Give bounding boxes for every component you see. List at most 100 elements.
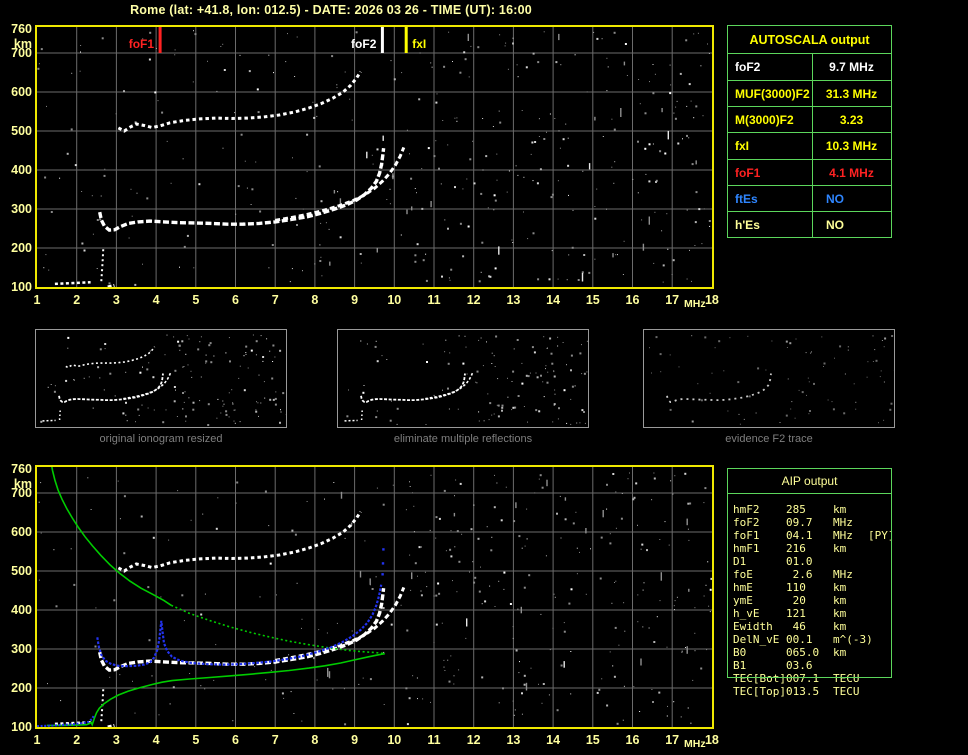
autoscala-row-label: ftEs xyxy=(735,191,758,206)
x-tick-top-7: 7 xyxy=(271,293,279,307)
x-tick-bottom-3: 3 xyxy=(112,733,120,747)
autoscala-row-value: 4.1 MHz xyxy=(829,165,874,180)
x-tick-top-13: 13 xyxy=(506,293,521,307)
autoscala-row-label: M(3000)F2 xyxy=(735,113,794,128)
autoscala-row-value: 9.7 MHz xyxy=(829,60,874,74)
x-tick-top-16: 16 xyxy=(625,293,640,307)
y-tick-bottom-500: 500 xyxy=(11,563,32,578)
o-mode-trace xyxy=(360,373,466,404)
bottom-profile-canvas xyxy=(37,467,712,727)
y-tick-bottom-300: 300 xyxy=(11,641,32,656)
marker-line-foF2 xyxy=(380,27,384,53)
autoscala-row-value: 31.3 MHz xyxy=(825,87,878,102)
marker-line-foF1 xyxy=(158,27,162,53)
autoscala-row-value: NO xyxy=(826,217,844,232)
y-tick-top-400: 400 xyxy=(11,162,32,177)
marker-line-fxI xyxy=(404,27,408,53)
e-region-blob xyxy=(107,723,115,727)
marker-label-foF1: foF1 xyxy=(128,37,155,51)
noise-layer xyxy=(40,334,286,426)
blue-asymptote-dot xyxy=(382,548,385,551)
y-tick-top-100: 100 xyxy=(11,279,32,294)
second-hop-trace xyxy=(117,70,362,133)
x-tick-bottom-4: 4 xyxy=(152,733,160,747)
blue-asymptote-dot xyxy=(381,562,385,565)
noise-layer xyxy=(649,335,894,425)
green-topside-dotted xyxy=(170,604,385,655)
x-tick-bottom-5: 5 xyxy=(192,733,200,747)
y-tick-top-500: 500 xyxy=(11,123,32,138)
aip-table-header: AIP output xyxy=(728,469,891,494)
y-tick-top-300: 300 xyxy=(11,201,32,216)
x-unit-top: MHz xyxy=(684,298,706,310)
x-tick-bottom-11: 11 xyxy=(427,733,441,747)
blue-restored-trace xyxy=(96,584,383,668)
autoscala-row-label: fxI xyxy=(735,139,750,154)
x-tick-top-3: 3 xyxy=(112,293,120,307)
x-tick-bottom-17: 17 xyxy=(665,733,680,747)
x-tick-top-4: 4 xyxy=(152,293,160,307)
autoscala-row-value: NO xyxy=(826,191,844,206)
autoscala-window: Rome (lat: +41.8, lon: 012.5) - DATE: 20… xyxy=(0,0,968,755)
y-tick-top-760: 760 xyxy=(11,22,32,37)
o-mode-trace xyxy=(666,373,772,404)
autoscala-row-label: MUF(3000)F2 xyxy=(735,87,810,102)
o-mode-trace xyxy=(98,588,386,672)
aip-row-value: 013.5 xyxy=(786,685,820,698)
x-tick-bottom-2: 2 xyxy=(73,733,81,747)
x-tick-bottom-14: 14 xyxy=(546,733,561,747)
x-tick-bottom-1: 1 xyxy=(33,733,41,747)
x-tick-bottom-6: 6 xyxy=(232,733,239,747)
o-mode-trace xyxy=(58,373,164,404)
marker-label-foF2: foF2 xyxy=(351,37,377,51)
y-tick-bottom-600: 600 xyxy=(11,524,32,539)
blue-asymptote-dot xyxy=(381,573,384,576)
y-tick-bottom-200: 200 xyxy=(11,680,32,695)
autoscala-row-value: 10.3 MHz xyxy=(825,139,878,154)
autoscala-row-hEs: h'Es NO xyxy=(728,210,891,237)
thumbnail-original-canvas xyxy=(40,334,286,426)
e-region-tail xyxy=(344,419,358,422)
caption-original-ionogram: original ionogram resized xyxy=(99,433,223,445)
x-tick-top-14: 14 xyxy=(546,293,561,307)
autoscala-row-fxI: fxI 10.3 MHz xyxy=(728,132,891,158)
autoscala-row-value: 3.23 xyxy=(839,113,864,128)
x-tick-top-15: 15 xyxy=(585,293,600,307)
gridlines xyxy=(37,27,712,287)
x-tick-bottom-8: 8 xyxy=(311,733,319,747)
x-tick-top-12: 12 xyxy=(466,293,481,307)
autoscala-row-ftEs: ftEs NO xyxy=(728,184,891,211)
e-region-column xyxy=(100,247,105,282)
x-tick-bottom-10: 10 xyxy=(387,733,402,747)
x-tick-bottom-16: 16 xyxy=(625,733,640,747)
y-tick-bottom-760: 760 xyxy=(11,462,32,477)
x-tick-top-10: 10 xyxy=(387,293,402,307)
x-tick-bottom-7: 7 xyxy=(271,733,279,747)
thumbnail-f2-canvas xyxy=(649,335,894,425)
e-region-tail xyxy=(54,281,91,286)
caption-evidence-f2: evidence F2 trace xyxy=(725,433,813,445)
x-tick-top-11: 11 xyxy=(427,293,441,307)
autoscala-row-label: foF1 xyxy=(735,165,761,180)
green-topside-solid xyxy=(51,467,172,606)
autoscala-row-M3000F2: M(3000)F2 3.23 xyxy=(728,106,891,132)
x-tick-bottom-9: 9 xyxy=(351,733,359,747)
e-region-tail xyxy=(42,419,56,422)
noise-layer xyxy=(346,335,588,425)
autoscala-row-foF1: foF1 4.1 MHz xyxy=(728,158,891,185)
autoscala-output-table: AUTOSCALA output foF2 9.7 MHz MUF(3000)F2 3… xyxy=(727,25,892,238)
aip-row-TECTop: TEC[Top] 013.5 TECU xyxy=(733,685,893,698)
x-tick-top-6: 6 xyxy=(232,293,239,307)
aip-row-unit: TECU xyxy=(833,685,860,698)
e-region-blob xyxy=(107,283,115,287)
y-tick-top-200: 200 xyxy=(11,240,32,255)
aip-row-label: TEC[Top] xyxy=(733,685,786,698)
aip-output-table: AIP output xyxy=(727,468,892,678)
e-region-column xyxy=(360,408,364,421)
autoscala-row-MUF3000F2: MUF(3000)F2 31.3 MHz xyxy=(728,80,891,106)
second-hop-trace xyxy=(65,346,156,369)
x-tick-top-2: 2 xyxy=(73,293,81,307)
autoscala-table-header: AUTOSCALA output xyxy=(728,26,891,54)
x-tick-bottom-13: 13 xyxy=(506,733,521,747)
x-tick-top-8: 8 xyxy=(311,293,319,307)
